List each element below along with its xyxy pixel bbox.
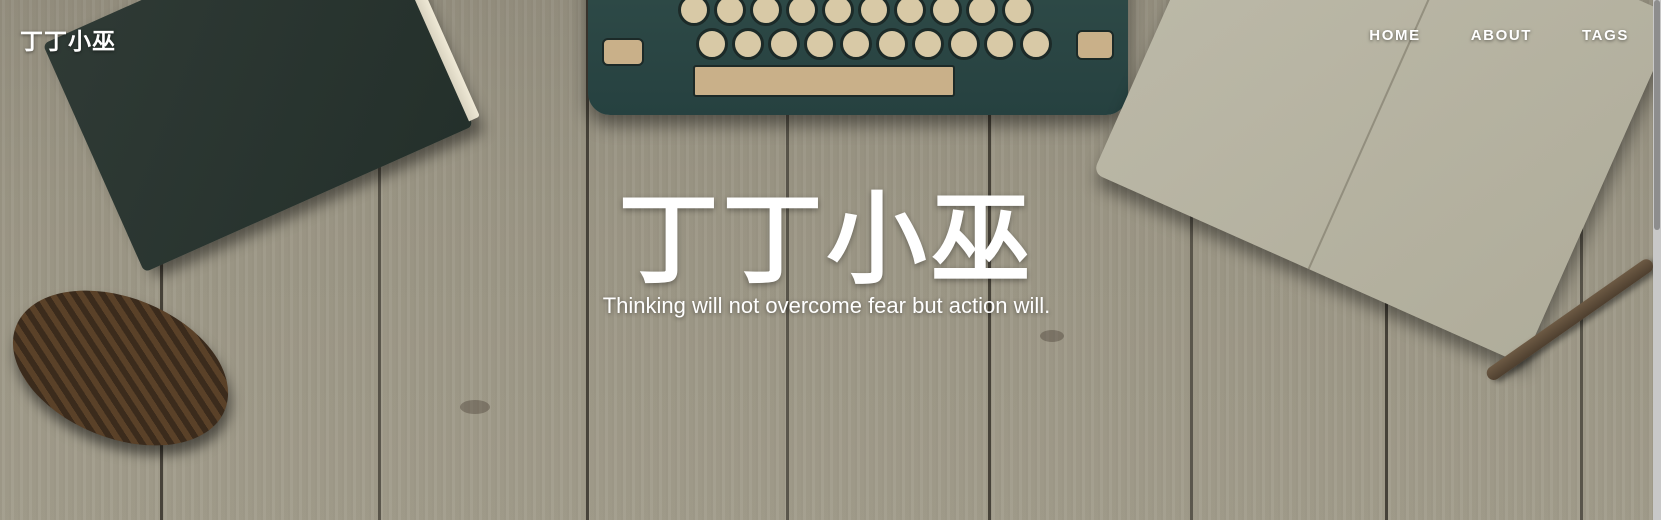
site-heading: 丁丁小巫 Thinking will not overcome fear but… — [0, 185, 1653, 319]
nav-link-tags[interactable]: TAGS — [1582, 27, 1629, 44]
nav-links: HOME ABOUT TAGS — [1369, 27, 1629, 44]
site-subtitle: Thinking will not overcome fear but acti… — [602, 293, 1051, 318]
scrollbar-thumb[interactable] — [1654, 0, 1660, 230]
nav-link-about[interactable]: ABOUT — [1471, 27, 1532, 44]
site-title: 丁丁小巫 — [618, 181, 1035, 298]
wood-knot — [460, 400, 490, 414]
wood-knot — [1040, 330, 1064, 342]
brand-link[interactable]: 丁丁小巫 — [20, 22, 116, 56]
navbar: 丁丁小巫 HOME ABOUT TAGS — [0, 0, 1653, 74]
page-scrollbar[interactable] — [1653, 0, 1661, 520]
nav-link-home[interactable]: HOME — [1369, 27, 1420, 44]
